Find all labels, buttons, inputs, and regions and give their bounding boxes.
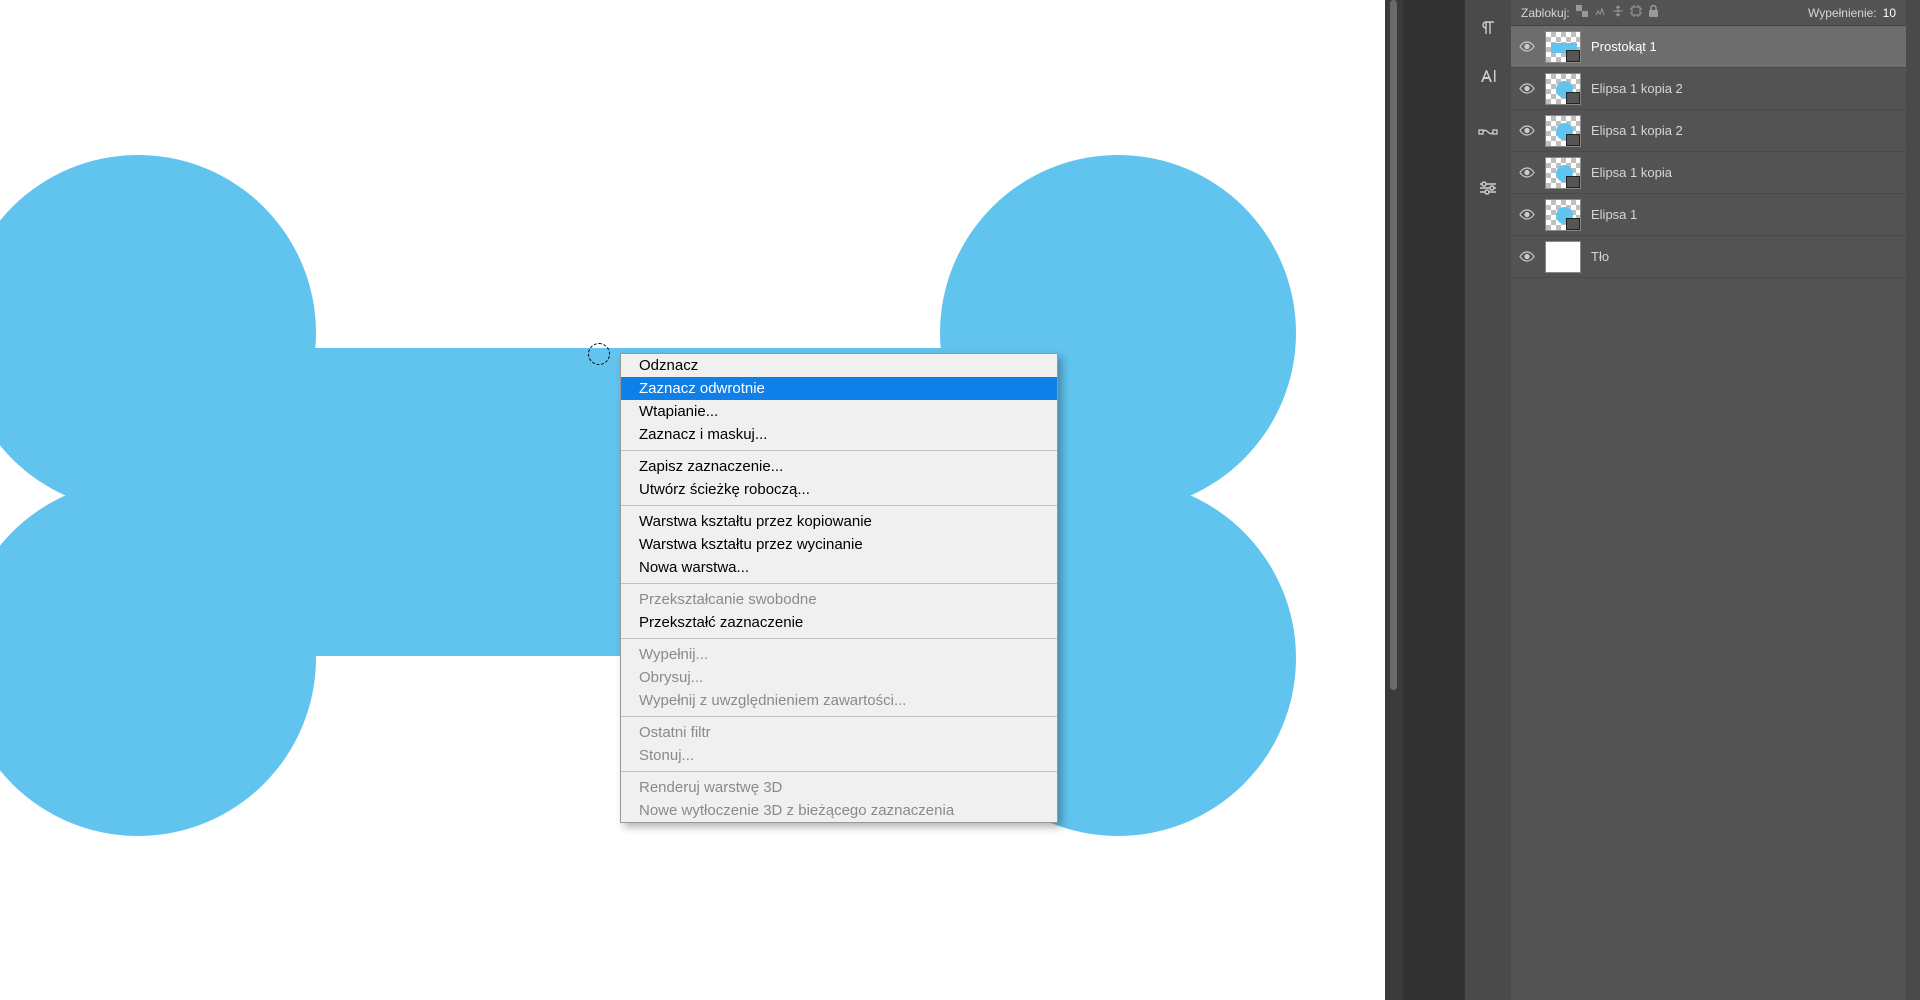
- layer-row[interactable]: Tło: [1511, 236, 1906, 278]
- menu-separator: [621, 583, 1057, 584]
- layer-thumbnail[interactable]: [1545, 199, 1581, 231]
- adjustments-panel-icon[interactable]: [1465, 164, 1511, 212]
- context-menu-item: Przekształcanie swobodne: [621, 588, 1057, 611]
- context-menu-item[interactable]: Zaznacz odwrotnie: [621, 377, 1057, 400]
- panel-gap: [1403, 0, 1465, 1000]
- canvas-scrollbar[interactable]: [1385, 0, 1403, 1000]
- visibility-toggle-icon[interactable]: [1519, 125, 1535, 136]
- right-panel-area: Zablokuj: Wypełnienie: 10: [1385, 0, 1920, 1000]
- lock-label: Zablokuj:: [1521, 6, 1570, 20]
- context-menu-item: Wypełnij...: [621, 643, 1057, 666]
- layer-row[interactable]: Elipsa 1: [1511, 194, 1906, 236]
- visibility-toggle-icon[interactable]: [1519, 209, 1535, 220]
- scrollbar-thumb[interactable]: [1390, 0, 1397, 690]
- layer-name-label[interactable]: Prostokąt 1: [1591, 39, 1657, 54]
- collapsed-panel-strip: [1465, 0, 1511, 1000]
- lock-all-icon[interactable]: [1648, 5, 1659, 20]
- layer-thumbnail[interactable]: [1545, 31, 1581, 63]
- menu-separator: [621, 505, 1057, 506]
- layer-thumbnail[interactable]: [1545, 73, 1581, 105]
- menu-separator: [621, 638, 1057, 639]
- layers-panel: Zablokuj: Wypełnienie: 10: [1511, 0, 1906, 1000]
- canvas[interactable]: OdznaczZaznacz odwrotnieWtapianie...Zazn…: [0, 0, 1385, 1000]
- fill-value[interactable]: 10: [1883, 6, 1896, 20]
- context-menu-item: Wypełnij z uwzględnieniem zawartości...: [621, 689, 1057, 712]
- menu-separator: [621, 450, 1057, 451]
- layer-name-label[interactable]: Elipsa 1: [1591, 207, 1637, 222]
- layer-thumbnail[interactable]: [1545, 115, 1581, 147]
- lock-image-icon[interactable]: [1594, 5, 1606, 20]
- lock-icons-group: [1576, 5, 1659, 20]
- layers-list: Prostokąt 1 Elipsa 1 kopia 2 Elipsa 1 kopi…: [1511, 26, 1906, 1000]
- context-menu-item[interactable]: Nowa warstwa...: [621, 556, 1057, 579]
- lock-position-icon[interactable]: [1612, 5, 1624, 20]
- context-menu-item[interactable]: Utwórz ścieżkę roboczą...: [621, 478, 1057, 501]
- layer-name-label[interactable]: Elipsa 1 kopia: [1591, 165, 1672, 180]
- context-menu: OdznaczZaznacz odwrotnieWtapianie...Zazn…: [620, 353, 1058, 823]
- context-menu-item[interactable]: Odznacz: [621, 354, 1057, 377]
- lock-artboard-icon[interactable]: [1630, 5, 1642, 20]
- layer-thumbnail[interactable]: [1545, 157, 1581, 189]
- context-menu-item: Obrysuj...: [621, 666, 1057, 689]
- context-menu-item[interactable]: Zaznacz i maskuj...: [621, 423, 1057, 446]
- context-menu-item[interactable]: Zapisz zaznaczenie...: [621, 455, 1057, 478]
- context-menu-item[interactable]: Przekształć zaznaczenie: [621, 611, 1057, 634]
- menu-separator: [621, 716, 1057, 717]
- visibility-toggle-icon[interactable]: [1519, 41, 1535, 52]
- paths-panel-icon[interactable]: [1465, 108, 1511, 156]
- layer-name-label[interactable]: Elipsa 1 kopia 2: [1591, 123, 1683, 138]
- layer-name-label[interactable]: Tło: [1591, 249, 1609, 264]
- character-panel-icon[interactable]: [1465, 52, 1511, 100]
- marching-ants-selection: [588, 343, 610, 365]
- context-menu-item: Ostatni filtr: [621, 721, 1057, 744]
- context-menu-item: Stonuj...: [621, 744, 1057, 767]
- layer-row[interactable]: Elipsa 1 kopia: [1511, 152, 1906, 194]
- layers-panel-scrollbar[interactable]: [1906, 0, 1920, 1000]
- layer-row[interactable]: Prostokąt 1: [1511, 26, 1906, 68]
- visibility-toggle-icon[interactable]: [1519, 167, 1535, 178]
- fill-label: Wypełnienie:: [1808, 6, 1877, 20]
- layer-name-label[interactable]: Elipsa 1 kopia 2: [1591, 81, 1683, 96]
- context-menu-item: Nowe wytłoczenie 3D z bieżącego zaznacze…: [621, 799, 1057, 822]
- context-menu-item[interactable]: Warstwa kształtu przez kopiowanie: [621, 510, 1057, 533]
- layers-panel-header: Zablokuj: Wypełnienie: 10: [1511, 0, 1906, 26]
- layer-thumbnail[interactable]: [1545, 241, 1581, 273]
- menu-separator: [621, 771, 1057, 772]
- lock-transparency-icon[interactable]: [1576, 5, 1588, 20]
- context-menu-item[interactable]: Wtapianie...: [621, 400, 1057, 423]
- layer-row[interactable]: Elipsa 1 kopia 2: [1511, 68, 1906, 110]
- visibility-toggle-icon[interactable]: [1519, 251, 1535, 262]
- visibility-toggle-icon[interactable]: [1519, 83, 1535, 94]
- context-menu-item[interactable]: Warstwa kształtu przez wycinanie: [621, 533, 1057, 556]
- context-menu-item: Renderuj warstwę 3D: [621, 776, 1057, 799]
- layer-row[interactable]: Elipsa 1 kopia 2: [1511, 110, 1906, 152]
- paragraph-panel-icon[interactable]: [1465, 4, 1511, 52]
